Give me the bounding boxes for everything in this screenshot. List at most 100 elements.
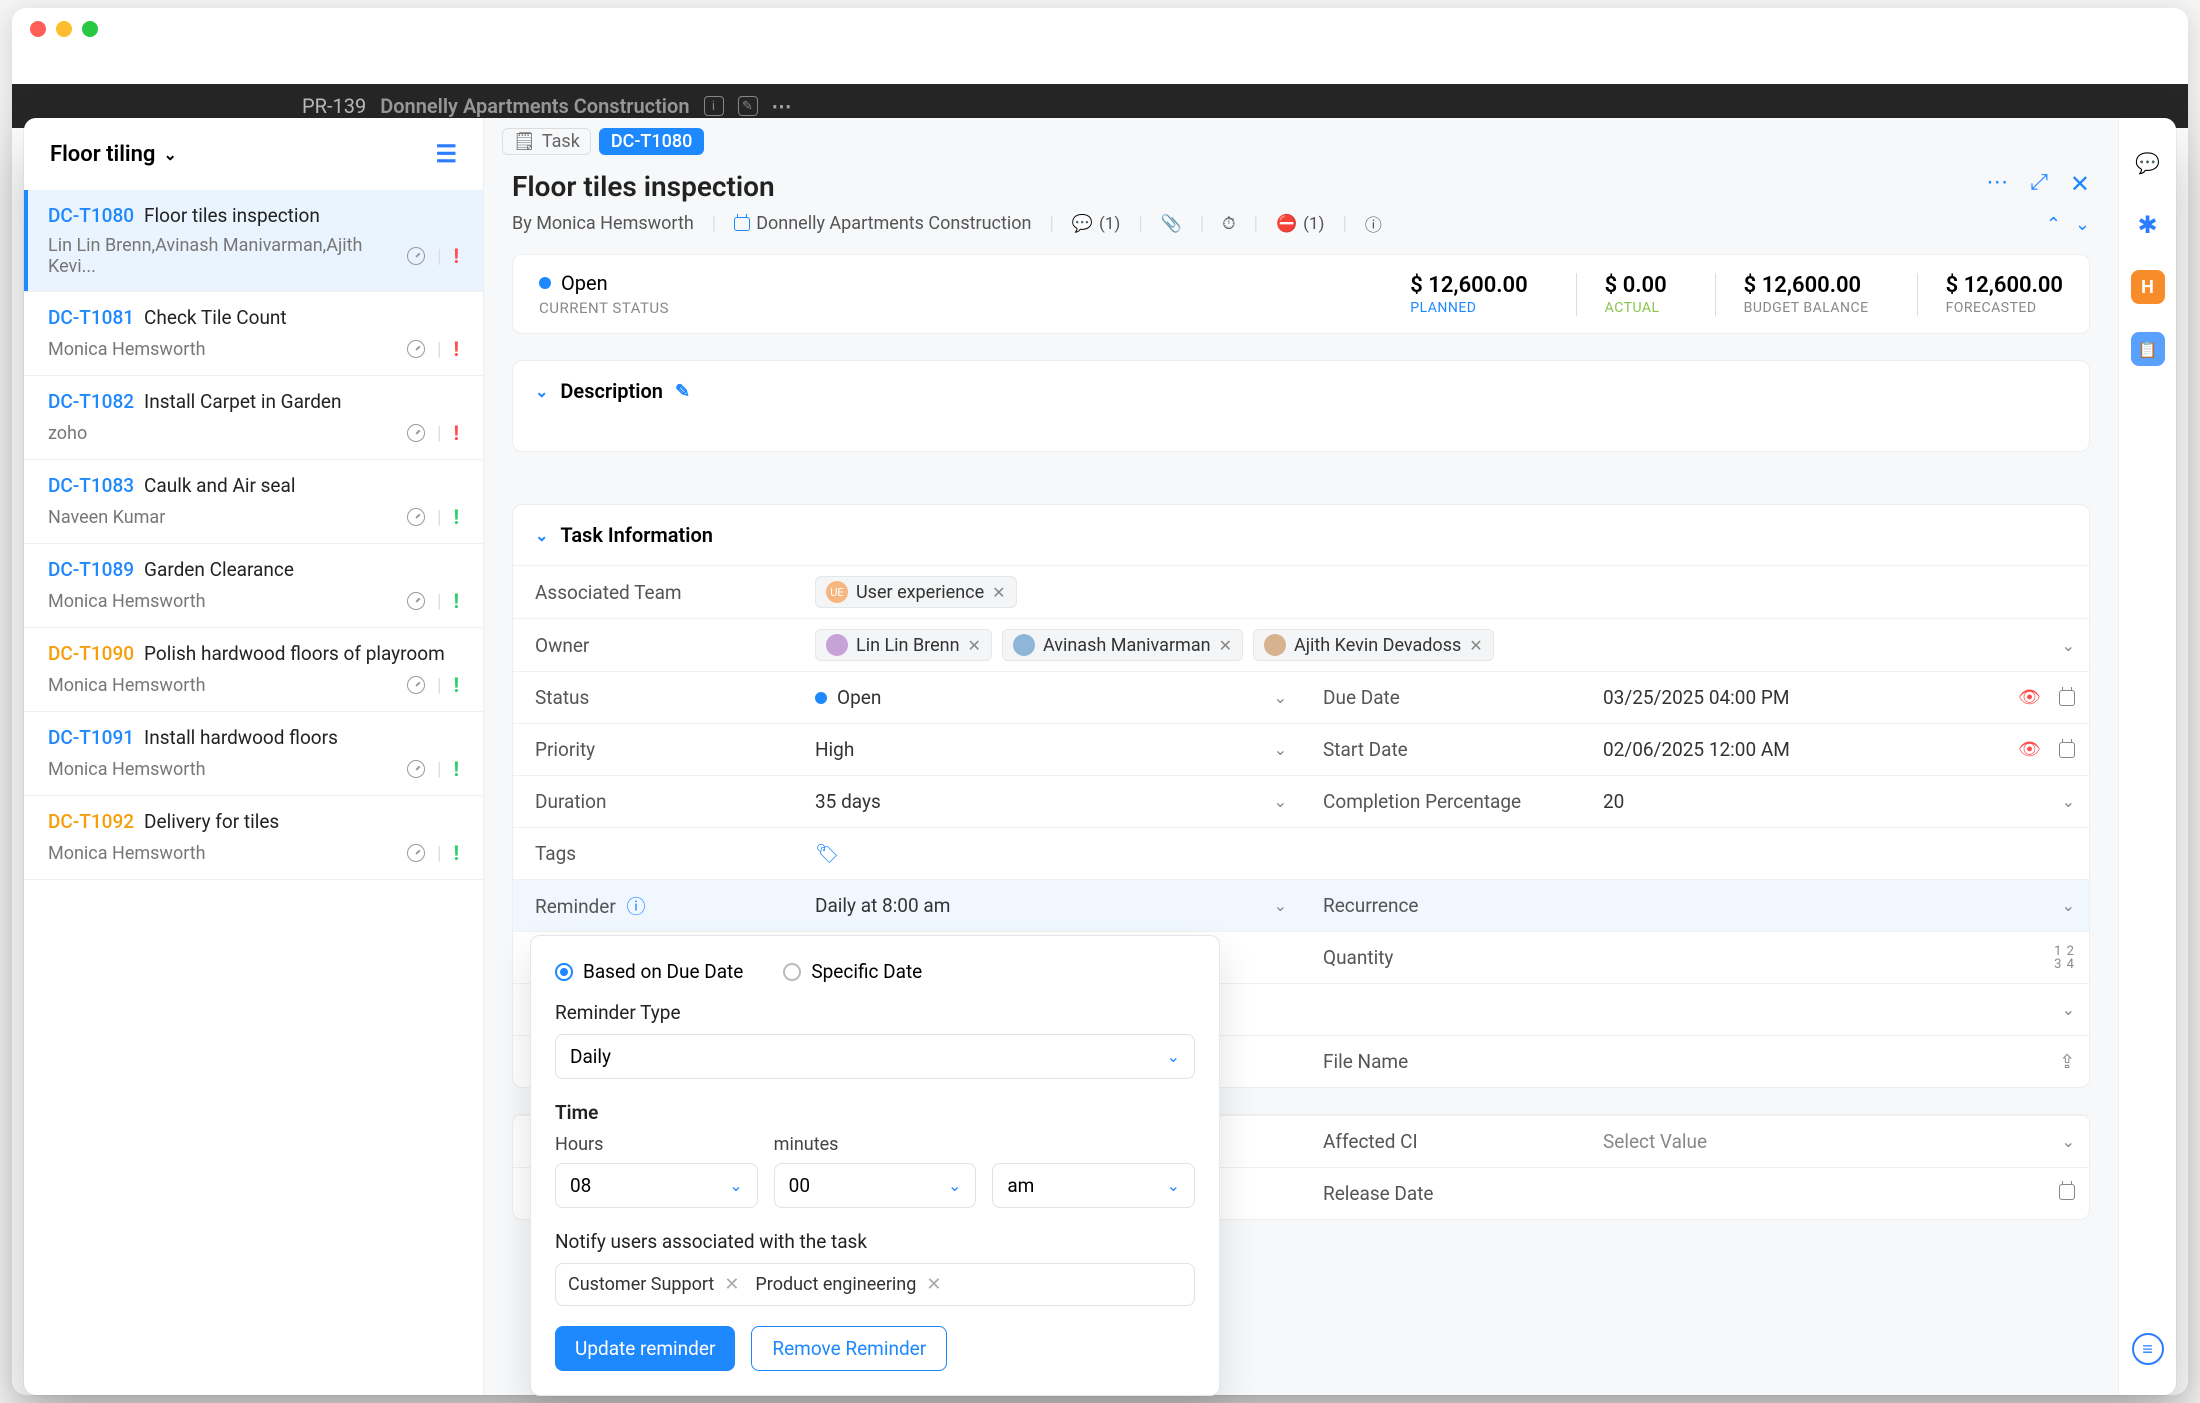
- affected-ci-label: Affected CI: [1301, 1120, 1581, 1163]
- hours-select[interactable]: 08⌄: [555, 1163, 758, 1208]
- chevron-down-icon[interactable]: ⌄: [2062, 636, 2075, 655]
- menu-icon[interactable]: ≡: [2132, 1333, 2164, 1365]
- crumb-task[interactable]: 🗒 Task: [502, 128, 591, 155]
- expand-down-icon[interactable]: ⌄: [2075, 214, 2090, 235]
- chevron-down-icon[interactable]: ⌄: [1274, 740, 1287, 759]
- task-item[interactable]: DC-T1083Caulk and Air seal Naveen Kumar|…: [24, 460, 483, 544]
- notify-tag[interactable]: Customer Support ✕: [568, 1274, 739, 1295]
- current-status-label: CURRENT STATUS: [539, 299, 669, 317]
- tags-value[interactable]: 🏷: [793, 832, 2089, 875]
- collapse-up-icon[interactable]: ⌃: [2046, 214, 2061, 235]
- more-icon[interactable]: ⋯: [772, 94, 794, 118]
- list-icon[interactable]: 1 23 4: [2054, 945, 2075, 971]
- status-value[interactable]: Open ⌄: [793, 676, 1301, 719]
- timer-icon: [407, 592, 425, 610]
- ampm-select[interactable]: am⌄: [992, 1163, 1195, 1208]
- priority-label: Priority: [513, 728, 793, 771]
- more-actions-icon[interactable]: ⋯: [1986, 170, 2008, 198]
- remove-chip-icon[interactable]: ✕: [1469, 636, 1482, 655]
- task-item[interactable]: DC-T1080Floor tiles inspection Lin Lin B…: [24, 190, 483, 292]
- sidebar-header: Floor tiling ⌄ ☰: [24, 118, 483, 190]
- chevron-down-icon[interactable]: ⌄: [1274, 688, 1287, 707]
- window-max-dot[interactable]: [82, 21, 98, 37]
- chevron-down-icon[interactable]: ⌄: [2062, 896, 2075, 915]
- task-project-link[interactable]: Donnelly Apartments Construction: [734, 213, 1031, 234]
- priority-value[interactable]: High ⌄: [793, 728, 1301, 771]
- radio-based-on-due[interactable]: Based on Due Date: [555, 960, 743, 983]
- sidebar-menu-icon[interactable]: ☰: [435, 140, 457, 168]
- chevron-down-icon[interactable]: ⌄: [1274, 792, 1287, 811]
- timer-icon: [407, 676, 425, 694]
- chevron-down-icon[interactable]: ⌄: [535, 526, 548, 545]
- window-close-dot[interactable]: [30, 21, 46, 37]
- minutes-select[interactable]: 00⌄: [774, 1163, 977, 1208]
- remove-reminder-button[interactable]: Remove Reminder: [751, 1326, 947, 1371]
- radio-specific-date[interactable]: Specific Date: [783, 960, 922, 983]
- remove-chip-icon[interactable]: ✕: [1219, 636, 1232, 655]
- affected-ci-value[interactable]: Select Value ⌄: [1581, 1120, 2089, 1163]
- chevron-down-icon[interactable]: ⌄: [2062, 792, 2075, 811]
- owner-value[interactable]: Lin Lin Brenn✕Avinash Manivarman✕Ajith K…: [793, 619, 2089, 671]
- filename-label: File Name: [1301, 1040, 1581, 1083]
- notify-users-field[interactable]: Customer Support ✕ Product engineering ✕: [555, 1263, 1195, 1306]
- timer-icon: [407, 247, 425, 265]
- remove-chip-icon[interactable]: ✕: [992, 583, 1005, 602]
- notify-label: Notify users associated with the task: [555, 1230, 1195, 1253]
- expand-icon[interactable]: ⤢: [2030, 170, 2048, 198]
- task-item[interactable]: DC-T1081Check Tile Count Monica Hemswort…: [24, 292, 483, 376]
- completion-value[interactable]: 20 ⌄: [1581, 780, 2089, 823]
- remove-chip-icon[interactable]: ✕: [724, 1274, 739, 1295]
- h-app-icon[interactable]: H: [2131, 270, 2165, 304]
- task-item[interactable]: DC-T1082Install Carpet in Garden zoho|!: [24, 376, 483, 460]
- recurrence-value[interactable]: ⌄: [1581, 896, 2089, 916]
- extensions-icon[interactable]: ✱: [2131, 208, 2165, 242]
- calendar-icon[interactable]: [2059, 1184, 2075, 1200]
- duration-value[interactable]: 35 days ⌄: [793, 780, 1301, 823]
- remove-chip-icon[interactable]: ✕: [968, 636, 981, 655]
- task-item[interactable]: DC-T1091Install hardwood floors Monica H…: [24, 712, 483, 796]
- chat-icon[interactable]: 💬: [2131, 146, 2165, 180]
- timer-icon[interactable]: ⏱: [1222, 214, 1235, 234]
- sidebar-title-dropdown[interactable]: Floor tiling ⌄: [50, 142, 177, 167]
- remove-chip-icon[interactable]: ✕: [926, 1274, 941, 1295]
- close-icon[interactable]: ✕: [2070, 170, 2090, 198]
- pin-icon[interactable]: ✎: [738, 96, 758, 116]
- chevron-down-icon[interactable]: ⌄: [1274, 896, 1287, 915]
- assoc-team-value[interactable]: UEUser experience✕: [793, 566, 2089, 618]
- edit-icon[interactable]: ✎: [675, 381, 690, 402]
- blocker-icon[interactable]: ⛔ (1): [1276, 214, 1324, 234]
- recurrence-label: Recurrence: [1301, 884, 1581, 927]
- task-item[interactable]: DC-T1090Polish hardwood floors of playro…: [24, 628, 483, 712]
- upload-icon[interactable]: ⇪: [2059, 1050, 2075, 1073]
- chevron-down-icon[interactable]: ⌄: [535, 382, 548, 401]
- radio-on-icon: [555, 963, 573, 981]
- calendar-icon[interactable]: [2059, 690, 2075, 706]
- chevron-down-icon[interactable]: ⌄: [2062, 1000, 2075, 1019]
- release-date-label: Release Date: [1301, 1172, 1581, 1215]
- due-date-value[interactable]: 03/25/2025 04:00 PM 👁: [1581, 676, 2089, 719]
- start-date-value[interactable]: 02/06/2025 12:00 AM 👁: [1581, 728, 2089, 771]
- titlebar: [12, 8, 2188, 50]
- task-item[interactable]: DC-T1092Delivery for tiles Monica Hemswo…: [24, 796, 483, 880]
- notify-tag[interactable]: Product engineering ✕: [755, 1274, 941, 1295]
- quantity-label: Quantity: [1301, 936, 1581, 979]
- release-date-value[interactable]: [1581, 1184, 2089, 1204]
- info-icon[interactable]: ⓘ: [627, 895, 646, 918]
- quantity-value[interactable]: 1 23 4: [1581, 948, 2089, 968]
- reminder-value[interactable]: Daily at 8:00 am ⌄: [793, 884, 1301, 927]
- window-min-dot[interactable]: [56, 21, 72, 37]
- task-item[interactable]: DC-T1089Garden Clearance Monica Hemswort…: [24, 544, 483, 628]
- attachment-icon[interactable]: 📎: [1161, 214, 1182, 234]
- comments-icon[interactable]: 💬 (1): [1072, 214, 1120, 234]
- notes-app-icon[interactable]: 📋: [2131, 332, 2165, 366]
- filename-value[interactable]: ⇪: [1581, 1052, 2089, 1072]
- crumb-task-id[interactable]: DC-T1080: [599, 128, 705, 155]
- calendar-icon[interactable]: [2059, 742, 2075, 758]
- info-icon[interactable]: ⓘ: [1365, 211, 1382, 236]
- tag-icon[interactable]: 🏷: [815, 842, 839, 865]
- info-icon[interactable]: i: [704, 96, 724, 116]
- task-title: Floor tiles inspection: [512, 170, 2090, 203]
- reminder-type-select[interactable]: Daily⌄: [555, 1034, 1195, 1079]
- update-reminder-button[interactable]: Update reminder: [555, 1326, 735, 1371]
- chevron-down-icon[interactable]: ⌄: [2062, 1132, 2075, 1151]
